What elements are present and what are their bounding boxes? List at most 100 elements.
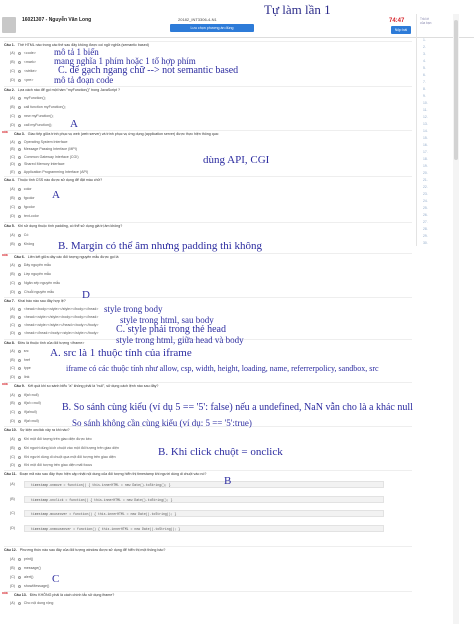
option-9-1[interactable]: (A) if(a!=null) — [10, 393, 39, 397]
option-7-4[interactable]: (D) <head></head><body><style></style></b… — [10, 331, 99, 335]
option-7-2[interactable]: (B) <head><style></style><body></body></h… — [10, 315, 98, 319]
option-4-3[interactable]: (C) fgcolor — [10, 205, 35, 209]
nav-question-24[interactable]: 24. — [423, 199, 428, 203]
nav-question-23[interactable]: 23. — [423, 192, 428, 196]
radio-icon[interactable] — [18, 281, 21, 285]
radio-icon[interactable] — [17, 601, 21, 605]
radio-icon[interactable] — [17, 96, 21, 100]
radio-icon[interactable] — [18, 463, 21, 467]
radio-icon[interactable] — [17, 358, 21, 362]
code-option-key[interactable]: (C) — [10, 511, 15, 515]
option-9-4[interactable]: (D) if(a!=null) — [10, 419, 39, 423]
radio-icon[interactable] — [18, 455, 21, 459]
radio-icon[interactable] — [17, 272, 21, 276]
option-8-4[interactable]: (D) link — [10, 375, 29, 379]
option-3-3[interactable]: (C) Common Gateway Interface (CGI) — [10, 155, 79, 159]
nav-question-3[interactable]: 3. — [423, 52, 426, 56]
option-3-2[interactable]: (B) Message Passing Interface (MPI) — [10, 147, 77, 151]
radio-icon[interactable] — [18, 114, 21, 118]
option-7-1[interactable]: (A) <head><body><style></style></body></h… — [10, 307, 98, 311]
radio-icon[interactable] — [18, 331, 21, 335]
radio-icon[interactable] — [18, 410, 21, 414]
save-answers-button[interactable]: Lưu chọn phương án đúng — [170, 24, 254, 32]
option-1-4[interactable]: (D) <pre> — [10, 78, 33, 82]
option-12-2[interactable]: (B) message() — [10, 566, 41, 570]
radio-icon[interactable] — [18, 290, 21, 294]
option-4-4[interactable]: (D) text-color — [10, 214, 39, 218]
nav-question-26[interactable]: 26. — [423, 213, 428, 217]
radio-icon[interactable] — [17, 437, 21, 441]
radio-icon[interactable] — [18, 323, 21, 327]
radio-icon[interactable] — [18, 205, 21, 209]
nav-question-4[interactable]: 4. — [423, 59, 426, 63]
option-12-4[interactable]: (D) showMessage() — [10, 584, 49, 588]
nav-question-20[interactable]: 20. — [423, 171, 428, 175]
radio-icon[interactable] — [18, 375, 21, 379]
option-10-2[interactable]: (B) Khi người dùng kích chuột vào một đối… — [10, 446, 119, 450]
nav-question-22[interactable]: 22. — [423, 185, 428, 189]
option-9-2[interactable]: (B) if(a!==null) — [10, 401, 41, 405]
option-4-1[interactable]: (A) color — [10, 187, 32, 191]
nav-question-19[interactable]: 19. — [423, 164, 428, 168]
radio-icon[interactable] — [18, 366, 21, 370]
code-option-key[interactable]: (B) — [10, 497, 15, 501]
radio-icon[interactable] — [17, 233, 21, 237]
radio-icon[interactable] — [18, 78, 21, 82]
code-option-key[interactable]: (D) — [10, 526, 15, 530]
nav-question-10[interactable]: 10. — [423, 101, 428, 105]
radio-icon[interactable] — [17, 349, 21, 353]
radio-icon[interactable] — [17, 263, 21, 267]
submit-button[interactable]: Nộp bài — [391, 26, 411, 34]
radio-icon[interactable] — [18, 419, 21, 423]
option-8-1[interactable]: (A) src — [10, 349, 29, 353]
radio-icon[interactable] — [17, 242, 21, 246]
radio-icon[interactable] — [17, 446, 21, 450]
nav-question-7[interactable]: 7. — [423, 80, 426, 84]
option-12-1[interactable]: (A) print() — [10, 557, 33, 561]
nav-question-30[interactable]: 30. — [423, 241, 428, 245]
option-2-3[interactable]: (C) new myFunction(); — [10, 114, 54, 118]
radio-icon[interactable] — [17, 557, 21, 561]
radio-icon[interactable] — [18, 69, 21, 73]
nav-question-5[interactable]: 5. — [423, 66, 426, 70]
option-12-3[interactable]: (C) alert() — [10, 575, 33, 579]
radio-icon[interactable] — [17, 60, 21, 64]
radio-icon[interactable] — [17, 170, 21, 174]
radio-icon[interactable] — [17, 140, 21, 144]
nav-question-21[interactable]: 21. — [423, 178, 428, 182]
option-6-2[interactable]: (B) Lớp nguyên mẫu — [10, 272, 51, 276]
radio-icon[interactable] — [17, 401, 21, 405]
option-5-2[interactable]: (B) Không — [10, 242, 34, 246]
option-8-3[interactable]: (C) type — [10, 366, 31, 370]
radio-icon[interactable] — [17, 51, 21, 55]
nav-question-8[interactable]: 8. — [423, 87, 426, 91]
option-1-2[interactable]: (B) <mark> — [10, 60, 36, 64]
code-option-2[interactable]: timestamp.onclick = function() { this.in… — [24, 496, 384, 503]
nav-question-27[interactable]: 27. — [423, 220, 428, 224]
code-option-key[interactable]: (A) — [10, 482, 15, 486]
option-3-1[interactable]: (A) Operating System Interface — [10, 140, 68, 144]
option-8-2[interactable]: (B) href — [10, 358, 30, 362]
radio-icon[interactable] — [17, 315, 21, 319]
nav-question-11[interactable]: 11. — [423, 108, 427, 112]
radio-icon[interactable] — [17, 393, 21, 397]
radio-icon[interactable] — [18, 123, 21, 127]
code-option-4[interactable]: timestamp.onmouseover = function() { thi… — [24, 525, 384, 532]
code-option-1[interactable]: timestamp.onmove = function() { this.inn… — [24, 481, 384, 488]
radio-icon[interactable] — [17, 566, 21, 570]
nav-question-29[interactable]: 29. — [423, 234, 428, 238]
option-10-3[interactable]: (C) Khi người dùng di chuột qua một đối t… — [10, 455, 116, 459]
nav-question-12[interactable]: 12. — [423, 115, 428, 119]
nav-question-13[interactable]: 13. — [423, 122, 428, 126]
radio-icon[interactable] — [18, 214, 21, 218]
option-2-1[interactable]: (A) myFunction(); — [10, 96, 46, 100]
option-4-2[interactable]: (B) fgcolor — [10, 196, 35, 200]
nav-question-25[interactable]: 25. — [423, 206, 428, 210]
radio-icon[interactable] — [17, 187, 21, 191]
radio-icon[interactable] — [17, 147, 21, 151]
code-option-3[interactable]: timestamp.mouseover = function() { this.… — [24, 510, 384, 517]
radio-icon[interactable] — [17, 307, 21, 311]
radio-icon[interactable] — [17, 196, 21, 200]
nav-question-6[interactable]: 6. — [423, 73, 426, 77]
option-10-1[interactable]: (A) Khi một đối tượng trên giao diện được… — [10, 437, 92, 441]
